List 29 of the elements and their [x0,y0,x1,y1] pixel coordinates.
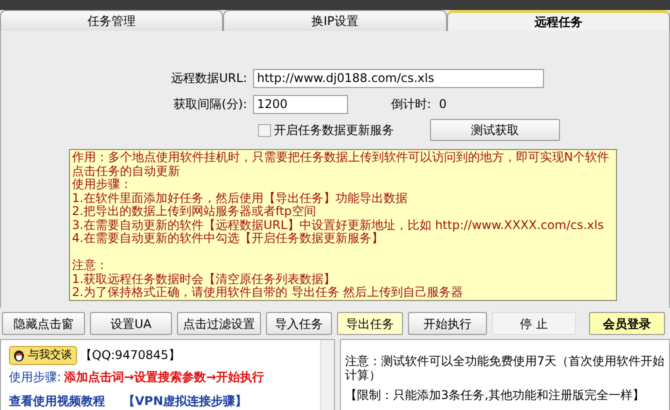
steps-label: 使用步骤: [9,370,62,384]
toolbar-button[interactable]: 开始执行 [408,312,487,335]
instructions-text: 作用：多个地点使用软件挂机时，只需要把任务数据上传到软件可以访问到的地方，即可实现N个软件点击任务的自动更新 使用步骤： 1.在软件里面添加好任务，然后使用【导出任务】功能导出数据 2.把导出的数据上传到网站服务器或者ftp空间 3.在需要自动更新的软件【远程数据URL】中设置好更新地址，比如 http://www.XXXX.com/cs.xls 4.在需要自动更新的软件中勾选【开启任务数据更新服务】 注意： 1.获取远程任务数据时会【清空原任务列表数据】 2.为了保持格式正确，请使用软件自带的 导出任务 然后上传到自己服务器 [69,149,617,301]
toolbar-button[interactable]: 隐藏点击窗 [2,312,85,335]
url-label: 远程数据URL: [170,70,248,87]
test-fetch-button[interactable]: 测试获取 [430,119,560,141]
penguin-icon [12,348,26,362]
steps-text: 添加点击词→设置搜索参数→开始执行 [64,370,264,384]
notice-text: 注意：测试软件可以全功能免费使用7天（首次使用软件开始计算） [345,354,665,382]
notice-text: 【限制：只能添加3条任务,其他功能和注册版完全一样】 [345,388,646,402]
qq-number: 【QQ:9470845】 [80,347,180,364]
interval-label: 获取间隔(分): [172,96,248,113]
video-tutorial-link[interactable]: 查看使用视频教程 [9,392,105,410]
update-service-checkbox[interactable]: 开启任务数据更新服务 [258,121,394,139]
countdown-value: 0 [439,96,447,113]
tab[interactable]: 换IP设置 [223,10,447,31]
tab[interactable]: 任务管理 [0,10,224,31]
login-button[interactable]: 会员登录 [589,312,665,335]
countdown-label: 倒计时: [391,96,432,113]
toolbar-button[interactable]: 点击过滤设置 [177,312,261,335]
tab[interactable]: 远程任务 [446,10,670,31]
toolbar-button[interactable]: 导出任务 [337,312,403,335]
url-field[interactable]: http://www.dj0188.com/cs.xls [253,68,544,88]
toolbar-button[interactable]: 设置UA [90,312,172,335]
scrollbar[interactable] [320,340,334,410]
vpn-steps-link[interactable]: 【VPN虚拟连接步骤】 [123,392,248,410]
chat-button[interactable]: 与我交谈 [9,346,77,364]
interval-field[interactable]: 1200 [253,94,348,114]
toolbar-button[interactable]: 导入任务 [266,312,332,335]
